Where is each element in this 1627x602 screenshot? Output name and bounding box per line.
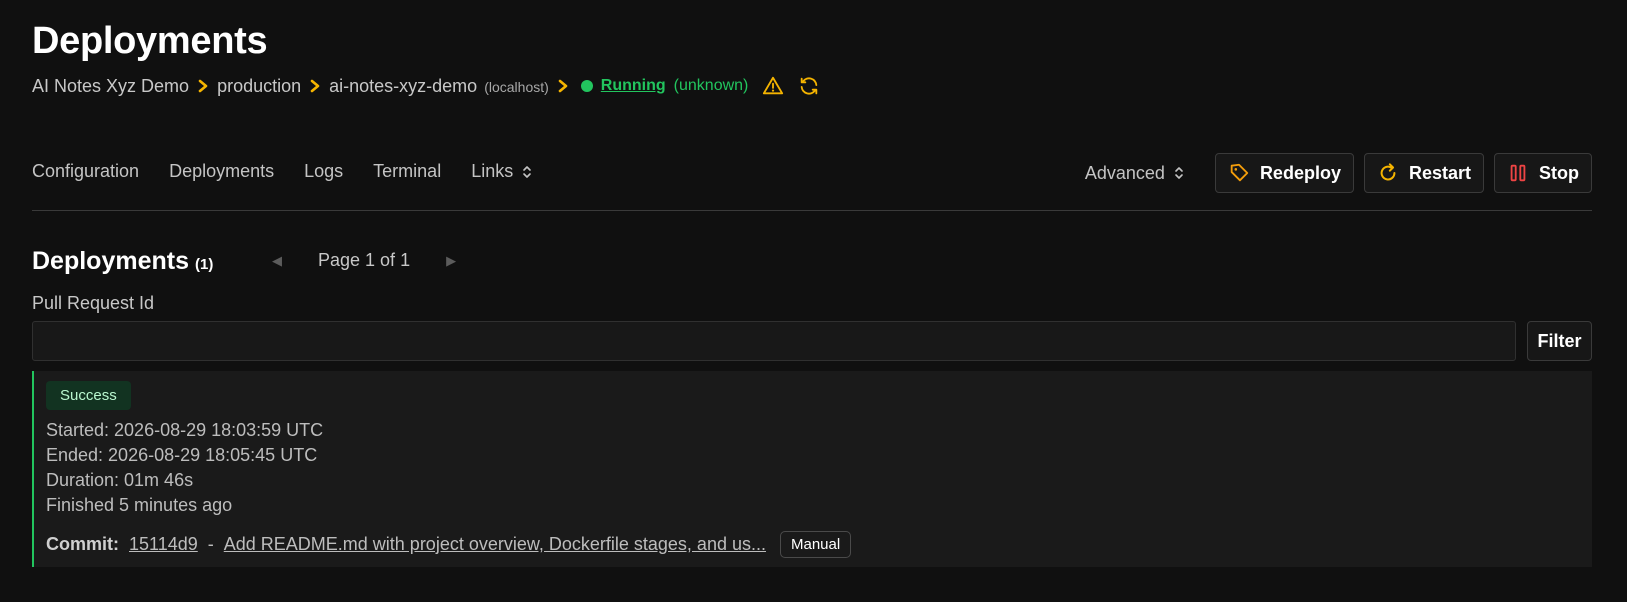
chevron-right-icon: [557, 79, 569, 93]
deployments-heading-text: Deployments: [32, 247, 189, 275]
breadcrumb: AI Notes Xyz Demo production ai-notes-xy…: [32, 75, 820, 97]
tab-terminal[interactable]: Terminal: [373, 161, 441, 182]
restart-button[interactable]: Restart: [1363, 153, 1484, 193]
chevron-up-down-icon: [521, 164, 533, 180]
filter-button[interactable]: Filter: [1527, 321, 1592, 361]
refresh-icon[interactable]: [798, 75, 820, 97]
status-detail: (unknown): [673, 77, 749, 94]
commit-separator: -: [207, 534, 214, 554]
commit-label: Commit:: [46, 534, 119, 554]
trigger-badge: Manual: [779, 531, 852, 558]
deployments-heading: Deployments (1): [32, 247, 213, 276]
action-bar: Advanced Redeploy Restart Stop: [1085, 153, 1592, 193]
duration: Duration: 01m 46s: [46, 470, 194, 490]
tag-icon: [1228, 162, 1250, 184]
stop-label: Stop: [1539, 162, 1579, 183]
warning-icon[interactable]: [762, 75, 784, 97]
commit-row: Commit: 15114d9 - Add README.md with pro…: [46, 531, 852, 558]
breadcrumb-application[interactable]: ai-notes-xyz-demo (localhost): [329, 76, 549, 97]
tab-deployments[interactable]: Deployments: [169, 161, 274, 182]
redeploy-label: Redeploy: [1259, 162, 1341, 183]
page-indicator: Page 1 of 1: [318, 250, 411, 270]
finished-ago: Finished 5 minutes ago: [46, 495, 233, 515]
breadcrumb-server: (localhost): [484, 78, 549, 95]
started-time: Started: 2026-08-29 18:03:59 UTC: [46, 420, 324, 440]
tab-links-label: Links: [471, 161, 514, 181]
stop-button[interactable]: Stop: [1494, 153, 1592, 193]
advanced-label: Advanced: [1084, 162, 1165, 183]
status-dot: [580, 80, 593, 92]
breadcrumb-project[interactable]: AI Notes Xyz Demo: [32, 76, 189, 97]
chevron-right-icon: [197, 79, 209, 93]
redeploy-button[interactable]: Redeploy: [1214, 153, 1354, 193]
pull-request-id-label: Pull Request Id: [32, 293, 155, 313]
advanced-dropdown[interactable]: Advanced: [1085, 163, 1185, 184]
tab-list: Configuration Deployments Logs Terminal …: [32, 161, 533, 182]
commit-hash-link[interactable]: 15114d9: [129, 534, 198, 555]
breadcrumb-application-name: ai-notes-xyz-demo: [329, 75, 478, 96]
tab-links[interactable]: Links: [471, 161, 533, 182]
prev-page-icon[interactable]: ◀: [272, 253, 282, 269]
status-running-link[interactable]: Running: [601, 77, 666, 95]
chevron-right-icon: [309, 79, 321, 93]
restart-label: Restart: [1408, 162, 1471, 183]
next-page-icon[interactable]: ▶: [446, 253, 456, 269]
deployments-count: (1): [194, 256, 214, 273]
tab-logs[interactable]: Logs: [304, 161, 343, 182]
commit-message-link[interactable]: Add README.md with project overview, Doc…: [224, 534, 766, 555]
ended-time: Ended: 2026-08-29 18:05:45 UTC: [46, 445, 318, 465]
page-title: Deployments: [32, 20, 268, 62]
pagination: ◀ Page 1 of 1 ▶: [272, 250, 456, 271]
app-nav: Configuration Deployments Logs Terminal …: [32, 153, 1592, 211]
breadcrumb-environment[interactable]: production: [217, 76, 301, 97]
pull-request-id-input[interactable]: [32, 321, 1516, 361]
deployment-card[interactable]: Success Started: 2026-08-29 18:03:59 UTC…: [32, 371, 1592, 567]
status-badge: Success: [46, 381, 131, 410]
tab-configuration[interactable]: Configuration: [32, 161, 139, 182]
pause-icon: [1507, 162, 1529, 184]
chevron-up-down-icon: [1173, 165, 1185, 181]
restart-icon: [1377, 162, 1399, 184]
